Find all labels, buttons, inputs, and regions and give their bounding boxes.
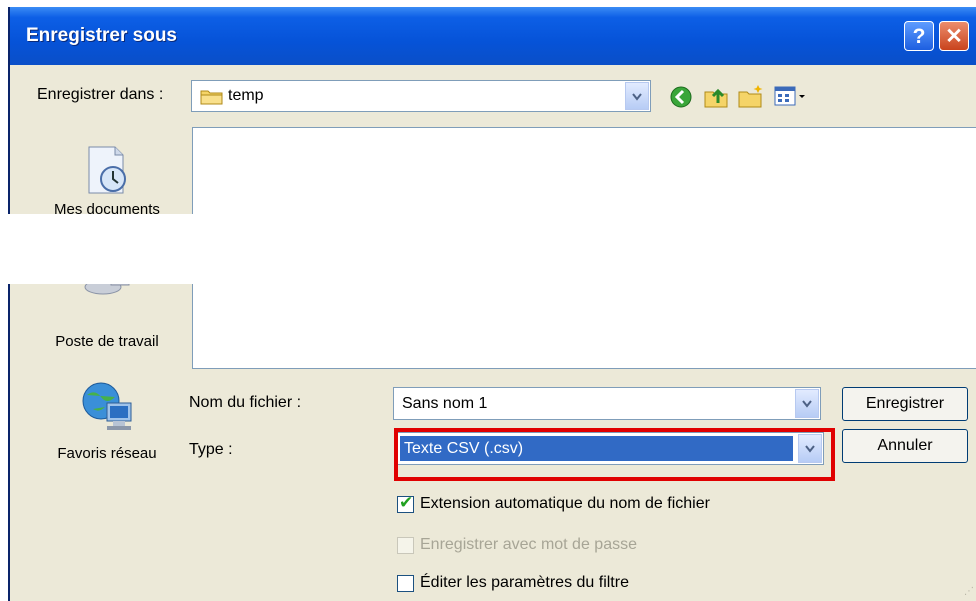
occlusion-band [0, 214, 976, 284]
save-in-value: temp [228, 87, 264, 104]
save-in-dropdown[interactable]: temp [191, 80, 651, 112]
back-icon[interactable] [669, 85, 693, 113]
place-label-network: Favoris réseau [57, 445, 157, 462]
places-bar: Mes documents Poste de travail Favoris r… [33, 127, 181, 601]
filter-settings-checkbox[interactable] [397, 575, 414, 592]
place-network[interactable]: Favoris réseau [33, 379, 181, 469]
save-as-dialog: Enregistrer sous ? ✕ Enregistrer dans : … [8, 7, 976, 601]
filename-input[interactable]: Sans nom 1 [393, 387, 821, 420]
save-button[interactable]: Enregistrer [842, 387, 968, 421]
auto-extension-label: Extension automatique du nom de fichier [420, 495, 710, 512]
close-button[interactable]: ✕ [939, 21, 969, 51]
new-folder-icon[interactable] [737, 83, 765, 113]
network-places-icon [79, 379, 135, 437]
place-label-my-computer: Poste de travail [55, 333, 159, 350]
up-folder-icon[interactable] [703, 83, 729, 113]
view-menu-icon[interactable] [774, 85, 810, 113]
my-documents-icon [85, 145, 131, 201]
password-label: Enregistrer avec mot de passe [420, 536, 637, 553]
chevron-down-icon[interactable] [795, 389, 819, 418]
title-bar[interactable]: Enregistrer sous ? ✕ [10, 7, 976, 65]
checkmark-icon: ✔ [399, 493, 414, 513]
folder-icon [200, 87, 224, 109]
help-button[interactable]: ? [904, 21, 934, 51]
filename-label: Nom du fichier : [189, 394, 302, 411]
auto-extension-checkbox[interactable]: ✔ [397, 493, 414, 513]
save-in-label: Enregistrer dans : [37, 86, 164, 103]
filetype-label: Type : [189, 441, 233, 458]
dialog-title: Enregistrer sous [26, 25, 177, 46]
chevron-down-icon[interactable] [625, 82, 649, 110]
red-highlight-box [394, 428, 835, 481]
filename-value: Sans nom 1 [402, 395, 488, 412]
cancel-button[interactable]: Annuler [842, 429, 968, 463]
filter-settings-label: Éditer les paramètres du filtre [420, 574, 629, 591]
password-checkbox [397, 537, 414, 554]
size-grip-icon[interactable]: ⋰ [964, 586, 974, 597]
